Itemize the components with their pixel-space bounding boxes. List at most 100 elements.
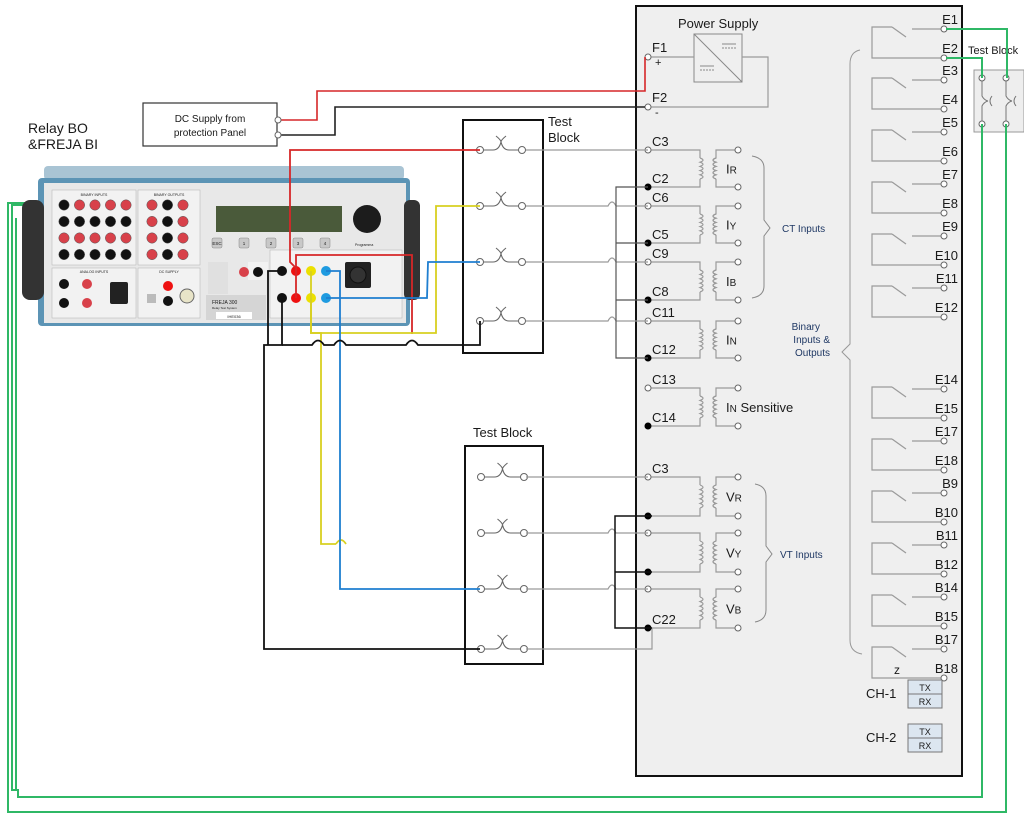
relay-side-wiring [526, 149, 653, 650]
freja-binary-inputs-label: BINARY INPUTS [81, 193, 108, 197]
terminal-label: C8 [652, 284, 669, 299]
binary-output-socket-r2c1[interactable] [146, 216, 158, 227]
power-supply-label: Power Supply [678, 16, 759, 31]
binary-input-socket-r1c4[interactable] [105, 199, 116, 211]
freja-dc-supply-label: DC SUPPLY [159, 270, 179, 274]
test-switch-bottom-1[interactable] [477, 462, 528, 481]
terminal-label: C12 [652, 342, 676, 357]
terminal-label-e9: E9 [942, 219, 958, 234]
polarity-plus: + [655, 57, 661, 69]
channel-ch1-label: CH-1 [866, 686, 896, 701]
terminal-label-e6: E6 [942, 144, 958, 159]
polarity-minus: - [655, 107, 659, 119]
terminal-label-f2: F2 [652, 90, 667, 105]
terminal-label-f1: F1 [652, 40, 667, 55]
terminal-label-e12: E12 [935, 300, 958, 315]
test-switch-top-4[interactable] [476, 306, 526, 325]
terminal-label: C13 [652, 372, 676, 387]
test-switch-top-2[interactable] [476, 191, 526, 210]
binary-input-socket-r4c5[interactable] [120, 249, 132, 260]
terminal-label-b14: B14 [935, 580, 958, 595]
terminal-label-b15: B15 [935, 609, 958, 624]
freja-rotary-knob[interactable] [353, 205, 381, 233]
terminal-label-e7: E7 [942, 167, 958, 182]
test-block-bottom [464, 445, 544, 665]
terminal-label-e8: E8 [942, 196, 958, 211]
binary-input-socket-r4c2[interactable] [74, 249, 85, 260]
terminal-label-e17: E17 [935, 424, 958, 439]
terminal-label: C11 [652, 305, 675, 320]
test-block-top-label-1: Test [548, 114, 572, 129]
binary-input-socket-r3c1[interactable] [58, 232, 70, 244]
binary-output-socket-r3c1[interactable] [146, 232, 158, 244]
test-switch-top-1[interactable] [476, 135, 526, 154]
terminal-label-e2: E2 [942, 41, 958, 56]
binary-output-socket-r2c2[interactable] [162, 216, 173, 227]
binary-input-socket-r3c3[interactable] [89, 232, 101, 244]
test-switch-bottom-4[interactable] [477, 634, 528, 653]
binary-input-socket-r1c5[interactable] [120, 199, 132, 211]
terminal-label-b9: B9 [942, 476, 958, 491]
wiring-diagram: Power Supply F1 + F2 - C3C2IRC6C5IYC9C8I… [7, 5, 1024, 813]
terminal-label: C22 [652, 612, 676, 627]
test-lead-black [263, 270, 481, 650]
ct-4-label: IN Sensitive [726, 400, 793, 415]
test-switch-bottom-2[interactable] [477, 518, 528, 537]
dc-supply-label-1: DC Supply from [175, 114, 246, 125]
binary-output-socket-r4c2[interactable] [162, 249, 173, 260]
binary-input-socket-r2c5[interactable] [120, 216, 132, 227]
test-switch-bottom-3[interactable] [477, 574, 528, 593]
binary-input-socket-r1c3[interactable] [89, 199, 101, 211]
freja-300-instrument: BINARY INPUTS BINARY OUTPUTS ANALOG INPU… [22, 166, 420, 326]
terminal-label-b12: B12 [935, 557, 958, 572]
terminal-label: C9 [652, 246, 669, 261]
terminal-label: C3 [652, 134, 669, 149]
binary-input-socket-r2c3[interactable] [89, 216, 101, 227]
binary-input-socket-r3c2[interactable] [74, 232, 85, 244]
binary-input-socket-r4c1[interactable] [58, 249, 70, 260]
binary-input-socket-r4c3[interactable] [89, 249, 101, 260]
binary-input-socket-r2c1[interactable] [58, 216, 70, 227]
terminal-label: C3 [652, 461, 669, 476]
binary-input-socket-r1c1[interactable] [58, 199, 70, 211]
terminal-label-e10: E10 [935, 248, 958, 263]
freja-subtitle: Relay Test System [212, 306, 237, 310]
terminal-label: C2 [652, 171, 669, 186]
terminal-label-b11: B11 [936, 528, 958, 543]
binary-output-socket-r1c2[interactable] [162, 199, 173, 211]
contact-marker-z: z [894, 663, 900, 677]
binary-input-socket-r1c2[interactable] [74, 199, 85, 211]
binary-output-socket-r1c3[interactable] [177, 199, 189, 211]
terminal-label-e3: E3 [942, 63, 958, 78]
ct-group-label: CT Inputs [782, 224, 825, 235]
ch2-rx: RX [919, 741, 932, 751]
binary-input-socket-r4c4[interactable] [105, 249, 116, 260]
freja-analog-inputs-label: ANALOG INPUTS [80, 270, 109, 274]
terminal-label-e15: E15 [935, 401, 958, 416]
binary-output-socket-r3c3[interactable] [177, 232, 189, 244]
vt-group-label: VT Inputs [780, 550, 823, 561]
binary-output-socket-r2c3[interactable] [177, 216, 189, 227]
test-block-top-switches [476, 135, 526, 325]
test-block-bottom-label: Test Block [473, 425, 533, 440]
terminal-label-e1: E1 [942, 12, 958, 27]
title-line-1: Relay BO [28, 120, 88, 136]
binary-output-socket-r3c2[interactable] [162, 232, 173, 244]
test-switch-top-3[interactable] [476, 247, 526, 266]
relay-panel [635, 5, 963, 777]
binary-output-socket-r4c3[interactable] [177, 249, 189, 260]
binary-input-socket-r2c4[interactable] [105, 216, 116, 227]
binary-output-socket-r1c1[interactable] [146, 199, 158, 211]
binary-input-socket-r3c4[interactable] [105, 232, 116, 244]
binary-output-socket-r4c1[interactable] [146, 249, 158, 260]
ch2-tx: TX [919, 727, 931, 737]
terminal-c14 [644, 422, 652, 430]
freja-serial: IHE036 [227, 314, 241, 319]
test-block-bottom-switches [477, 462, 528, 653]
binary-input-socket-r3c5[interactable] [120, 232, 132, 244]
binary-input-socket-r2c2[interactable] [74, 216, 85, 227]
terminal-label: C14 [652, 410, 676, 425]
terminal-label-b18: B18 [935, 661, 958, 676]
terminal-label: C5 [652, 227, 669, 242]
terminal-label-e11: E11 [936, 271, 958, 286]
